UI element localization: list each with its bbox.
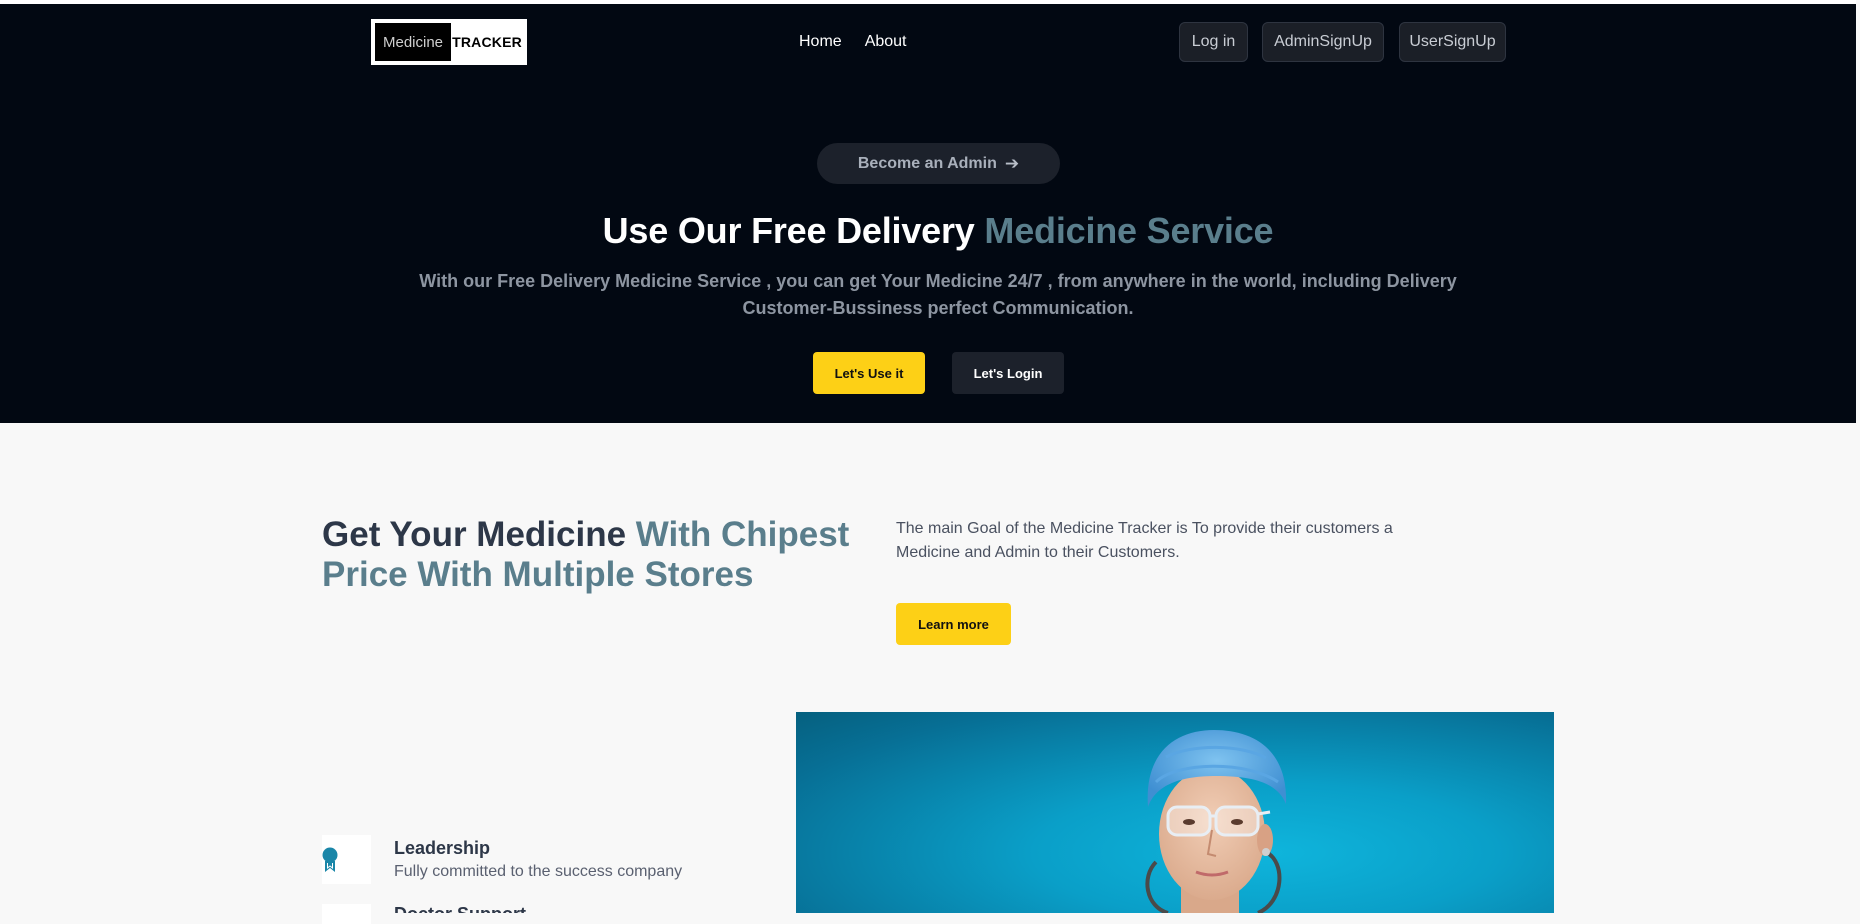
- nav-home-link[interactable]: Home: [799, 33, 842, 51]
- feature-title-leadership: Leadership: [394, 838, 491, 858]
- lets-use-it-button[interactable]: Let's Use it: [813, 352, 925, 394]
- logo-right-part: TRACKER: [452, 34, 522, 50]
- hero-subtitle: With our Free Delivery Medicine Service …: [419, 271, 1457, 318]
- user-signup-button[interactable]: UserSignUp: [1399, 22, 1506, 62]
- award-ribbon-icon: [322, 847, 338, 872]
- become-admin-label: Become an Admin: [857, 154, 997, 172]
- main-nav: Home About: [799, 33, 907, 51]
- login-button[interactable]: Log in: [1179, 22, 1248, 62]
- become-admin-button[interactable]: Become an Admin ➔: [817, 143, 1060, 184]
- nurse-illustration: [1145, 730, 1287, 913]
- nav-about-link[interactable]: About: [865, 33, 907, 51]
- hero-title: Use Our Free Delivery Medicine Service: [0, 210, 1860, 252]
- arrow-right-icon: ➔: [1004, 153, 1020, 173]
- doctor-support-feature-icon-box: [322, 904, 371, 924]
- feature-title-doctor-support: Doctor Support: [394, 904, 526, 913]
- hero-title-main: Use Our Free Delivery: [602, 210, 985, 251]
- nurse-photo: [796, 712, 1554, 913]
- lets-login-button[interactable]: Let's Login: [952, 352, 1064, 394]
- feature-desc-leadership: Fully committed to the success company: [394, 863, 683, 880]
- logo-left-part: Medicine: [375, 23, 451, 61]
- hero-title-accent: Medicine Service: [984, 210, 1274, 251]
- site-logo[interactable]: Medicine TRACKER: [371, 19, 527, 65]
- admin-signup-button[interactable]: AdminSignUp: [1262, 22, 1384, 62]
- learn-more-button[interactable]: Learn more: [896, 603, 1011, 645]
- leadership-feature-icon-box: [322, 835, 371, 884]
- section-title: Get Your Medicine With Chipest Price Wit…: [322, 515, 862, 595]
- section-description: The main Goal of the Medicine Tracker is…: [896, 520, 1393, 561]
- section-title-main: Get Your Medicine: [322, 515, 636, 554]
